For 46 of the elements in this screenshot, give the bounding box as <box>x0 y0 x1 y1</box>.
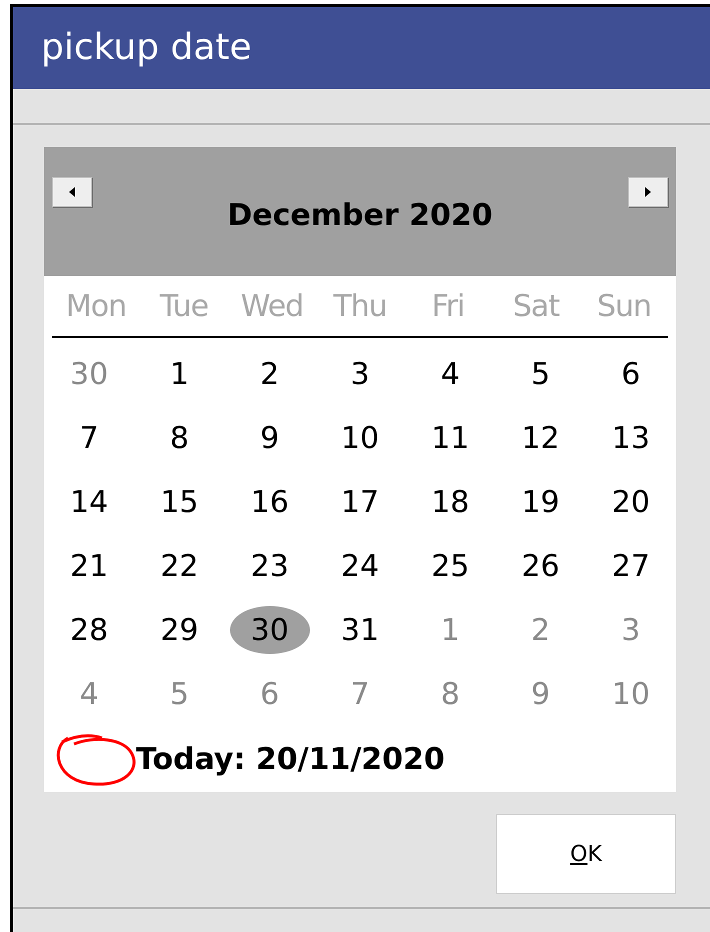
weekday-label: Fri <box>432 288 464 326</box>
day-cell[interactable]: 29 <box>139 606 220 654</box>
day-cell[interactable]: 12 <box>500 414 581 462</box>
day-cell[interactable]: 22 <box>139 542 220 590</box>
weekday-label: Wed <box>240 288 304 326</box>
weekday-label: Mon <box>66 288 126 326</box>
day-cell[interactable]: 24 <box>320 542 400 590</box>
day-cell[interactable]: 9 <box>230 414 310 462</box>
day-cell[interactable]: 1 <box>139 350 220 398</box>
day-cell[interactable]: 13 <box>590 414 671 462</box>
day-cell[interactable]: 30 <box>230 606 310 654</box>
weekday-label: Sat <box>512 288 560 326</box>
ok-button[interactable]: OK <box>496 814 676 894</box>
day-cell[interactable]: 20 <box>590 478 671 526</box>
day-cell[interactable]: 3 <box>320 350 400 398</box>
day-cell[interactable]: 7 <box>49 414 130 462</box>
previous-month-button[interactable] <box>52 177 92 207</box>
day-cell[interactable]: 6 <box>590 350 671 398</box>
today-label: Today: 20/11/2020 <box>136 740 445 778</box>
weekday-label: Tue <box>160 288 208 326</box>
day-cell[interactable]: 27 <box>590 542 671 590</box>
month-label: December 2020 <box>227 197 493 235</box>
weekday-label: Thu <box>333 288 387 326</box>
day-cell[interactable]: 19 <box>500 478 581 526</box>
day-cell[interactable]: 15 <box>139 478 220 526</box>
day-cell[interactable]: 21 <box>49 542 130 590</box>
day-cell[interactable]: 23 <box>230 542 310 590</box>
left-arrow-icon <box>69 187 75 197</box>
day-cell[interactable]: 26 <box>500 542 581 590</box>
day-cell[interactable]: 11 <box>410 414 490 462</box>
day-cell[interactable]: 25 <box>410 542 490 590</box>
day-cell[interactable]: 14 <box>49 478 130 526</box>
day-cell[interactable]: 8 <box>139 414 220 462</box>
day-cell[interactable]: 16 <box>230 478 310 526</box>
day-cell[interactable]: 4 <box>410 350 490 398</box>
day-cell[interactable]: 5 <box>500 350 581 398</box>
next-month-button[interactable] <box>628 177 668 207</box>
right-arrow-icon <box>645 187 651 197</box>
weekday-label: Sun <box>596 288 652 326</box>
day-cell[interactable]: 17 <box>320 478 400 526</box>
window-title: pickup date <box>41 26 252 70</box>
day-cell[interactable]: 10 <box>320 414 400 462</box>
day-cell[interactable]: 2 <box>230 350 310 398</box>
day-cell[interactable]: 18 <box>410 478 490 526</box>
day-cell[interactable]: 28 <box>49 606 130 654</box>
day-cell[interactable]: 31 <box>320 606 400 654</box>
